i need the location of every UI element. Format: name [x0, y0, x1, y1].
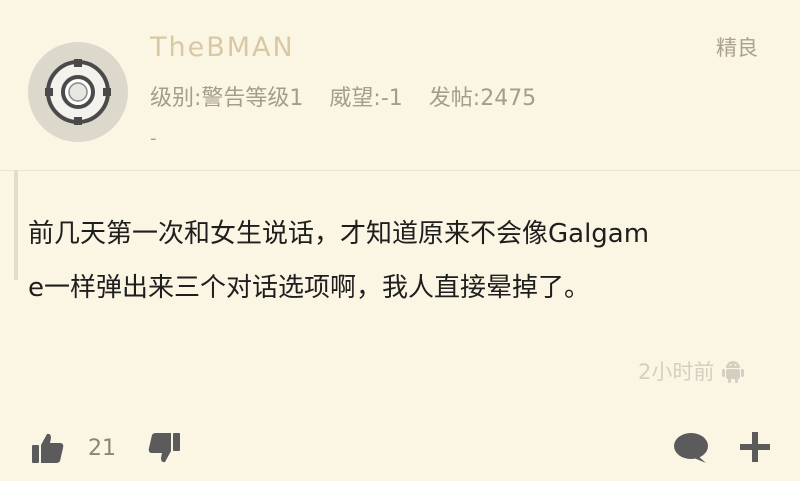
comment-bubble-icon	[674, 433, 708, 463]
comment-button[interactable]	[672, 430, 710, 469]
user-prestige: 威望:-1	[329, 86, 403, 111]
thumbs-down-icon	[148, 433, 180, 463]
diving-helmet-icon	[45, 59, 111, 125]
like-button[interactable]	[30, 430, 66, 469]
user-stats: 级别:警告等级1 威望:-1 发帖:2475	[150, 80, 536, 112]
user-post-count: 发帖:2475	[428, 86, 537, 111]
plus-icon	[740, 432, 770, 462]
add-button[interactable]	[738, 430, 772, 467]
user-signature: -	[150, 128, 157, 149]
quality-badge: 精良	[716, 36, 758, 60]
quote-bar	[14, 170, 18, 280]
dislike-button[interactable]	[146, 430, 182, 469]
post-line-1: 前几天第一次和女生说话，才知道原来不会像Galgam	[28, 219, 650, 249]
post-line-2: e一样弹出来三个对话选项啊，我人直接晕掉了。	[28, 273, 590, 303]
post-time: 2小时前	[638, 360, 715, 384]
like-count: 21	[88, 436, 116, 461]
action-bar: 21	[0, 420, 800, 481]
user-level: 级别:警告等级1	[150, 86, 304, 111]
username[interactable]: TheBMAN	[150, 32, 295, 63]
comment-card: TheBMAN 级别:警告等级1 威望:-1 发帖:2475 - 精良 前几天第…	[0, 0, 800, 481]
divider	[0, 170, 800, 171]
post-content: 前几天第一次和女生说话，才知道原来不会像Galgam e一样弹出来三个对话选项啊…	[28, 207, 798, 315]
post-meta: 2小时前	[638, 356, 745, 386]
android-icon	[722, 361, 745, 383]
avatar[interactable]	[28, 42, 128, 142]
thumbs-up-icon	[32, 433, 64, 463]
